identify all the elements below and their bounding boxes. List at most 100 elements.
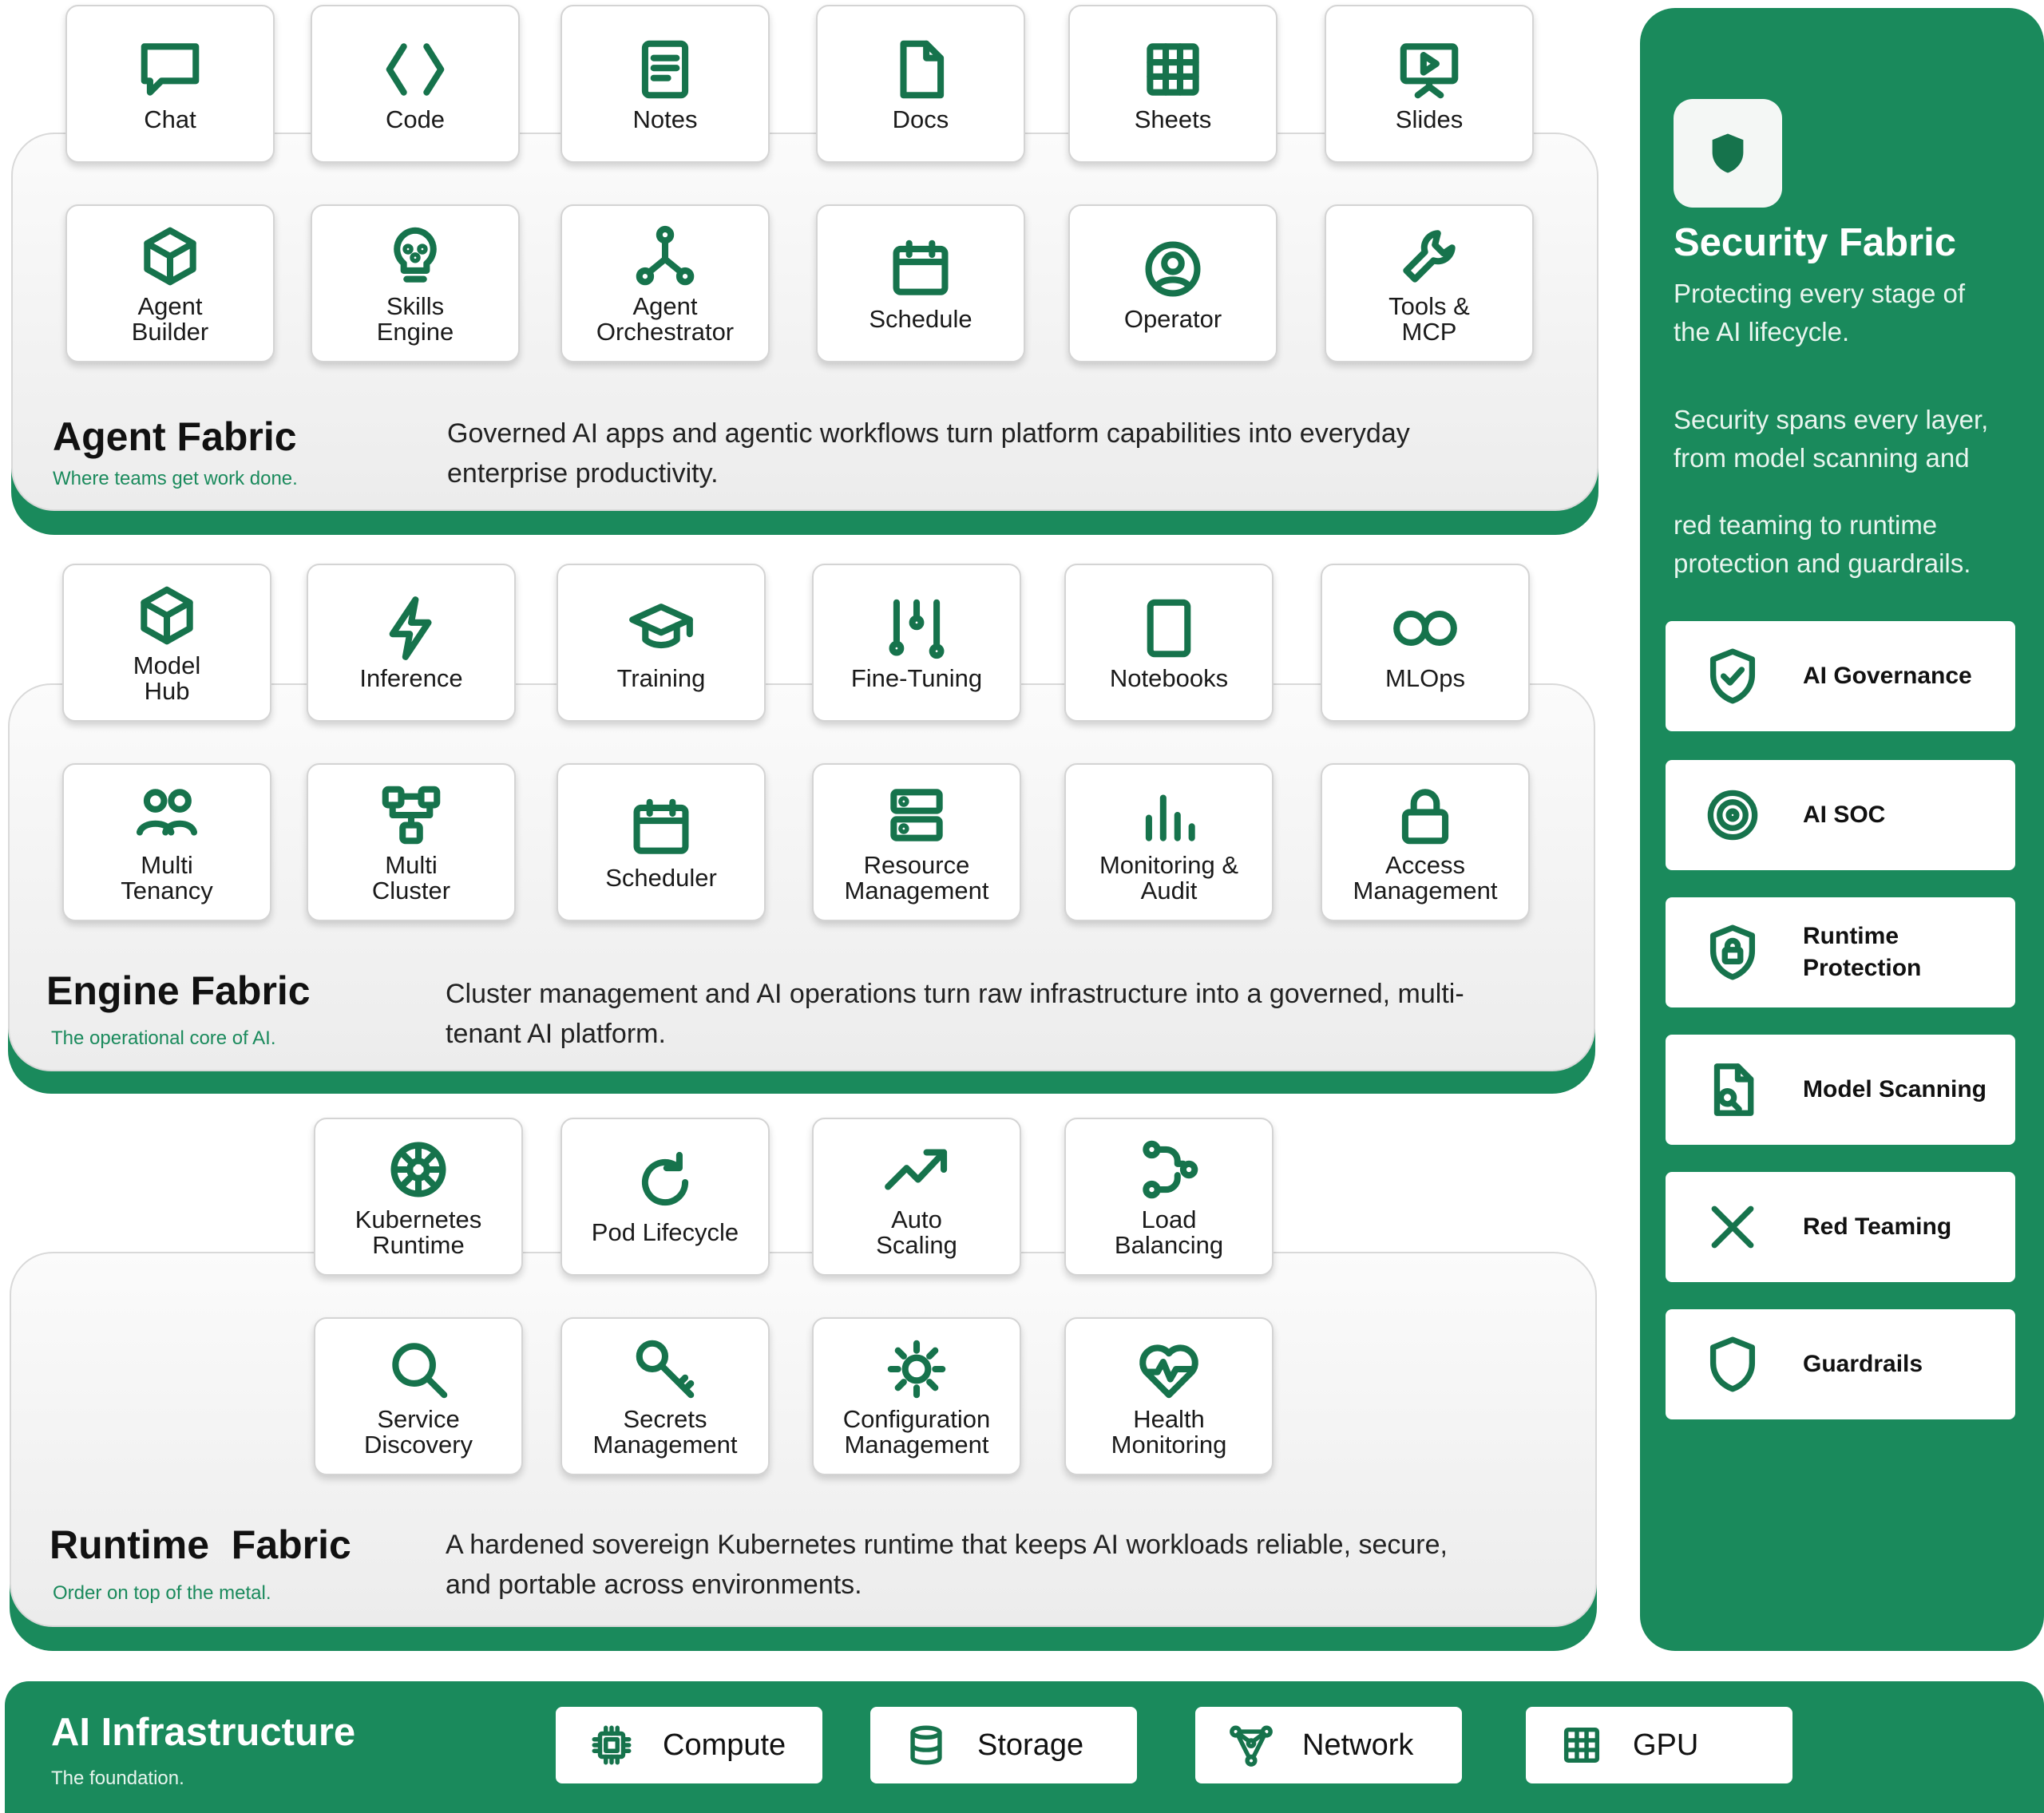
card-access-management[interactable]: Access Management: [1321, 763, 1530, 921]
user-circle-icon: [1139, 235, 1207, 303]
card-scheduler[interactable]: Scheduler: [557, 763, 766, 921]
card-code[interactable]: Code: [311, 5, 520, 163]
card-label: Code: [385, 105, 446, 133]
security-item-ai-governance[interactable]: AI Governance: [1666, 621, 2015, 731]
card-label: Monitoring & Audit: [1099, 851, 1239, 905]
card-load-balancing[interactable]: Load Balancing: [1064, 1118, 1274, 1276]
card-mlops[interactable]: MLOps: [1321, 564, 1530, 722]
card-label: MLOps: [1385, 664, 1465, 692]
card-label: Inference: [359, 664, 463, 692]
infra-item-gpu[interactable]: GPU: [1526, 1707, 1792, 1783]
card-inference[interactable]: Inference: [307, 564, 516, 722]
sliders-icon: [882, 594, 951, 663]
gpu-grid-icon: [1558, 1721, 1606, 1769]
security-logo: [1674, 99, 1782, 208]
card-notebooks[interactable]: Notebooks: [1064, 564, 1274, 722]
card-agent-orchestrator[interactable]: Agent Orchestrator: [561, 204, 770, 362]
card-monitoring-audit[interactable]: Monitoring & Audit: [1064, 763, 1274, 921]
refresh-icon: [631, 1148, 699, 1217]
network-nodes-icon: [1227, 1721, 1275, 1769]
card-label: Docs: [892, 105, 949, 133]
security-item-guardrails[interactable]: Guardrails: [1666, 1309, 2015, 1419]
card-label: Kubernetes Runtime: [355, 1205, 482, 1259]
security-description-line2: red teaming to runtime protection and gu…: [1674, 510, 1971, 578]
card-fine-tuning[interactable]: Fine-Tuning: [812, 564, 1021, 722]
cross-icon: [1701, 1195, 1765, 1259]
chip-icon: [588, 1721, 636, 1769]
card-sheets[interactable]: Sheets: [1068, 5, 1278, 163]
card-health-monitoring[interactable]: Health Monitoring: [1064, 1317, 1274, 1475]
security-fabric-description: Security spans every layer, from model s…: [1674, 401, 2025, 583]
infra-item-label: Storage: [977, 1728, 1084, 1762]
card-chat[interactable]: Chat: [65, 5, 275, 163]
card-label: Tools & MCP: [1388, 292, 1470, 346]
security-item-ai-soc[interactable]: AI SOC: [1666, 760, 2015, 870]
heart-pulse-icon: [1135, 1335, 1203, 1403]
security-fabric-subtitle: Protecting every stage of the AI lifecyc…: [1674, 279, 1966, 346]
card-training[interactable]: Training: [557, 564, 766, 722]
file-search-icon: [1701, 1058, 1765, 1122]
card-service-discovery[interactable]: Service Discovery: [314, 1317, 523, 1475]
bar-chart-icon: [1135, 781, 1203, 849]
card-model-hub[interactable]: Model Hub: [62, 564, 271, 722]
card-tools-mcp[interactable]: Tools & MCP: [1325, 204, 1534, 362]
card-label: Schedule: [869, 305, 972, 333]
agent-fabric-subtitle: Where teams get work done.: [53, 468, 298, 489]
card-multi-tenancy[interactable]: Multi Tenancy: [62, 763, 271, 921]
card-multi-cluster[interactable]: Multi Cluster: [307, 763, 516, 921]
security-item-label: AI SOC: [1803, 802, 1886, 828]
card-label: Service Discovery: [363, 1405, 473, 1459]
card-skills-engine[interactable]: Skills Engine: [311, 204, 520, 362]
card-label: Load Balancing: [1114, 1205, 1224, 1259]
security-item-label: Red Teaming: [1803, 1213, 1952, 1240]
cube-icon: [136, 222, 204, 291]
card-agent-builder[interactable]: Agent Builder: [65, 204, 275, 362]
security-item-model-scanning[interactable]: Model Scanning: [1666, 1035, 2015, 1145]
infinity-icon: [1391, 594, 1460, 663]
card-docs[interactable]: Docs: [816, 5, 1025, 163]
card-auto-scaling[interactable]: Auto Scaling: [812, 1118, 1021, 1276]
security-item-red-teaming[interactable]: Red Teaming: [1666, 1172, 2015, 1282]
engine-fabric-title: Engine Fabric: [46, 968, 311, 1013]
card-label: Slides: [1395, 105, 1464, 133]
chat-icon: [136, 35, 204, 104]
security-description-line1: Security spans every layer, from model s…: [1674, 405, 1989, 473]
card-resource-management[interactable]: Resource Management: [812, 763, 1021, 921]
card-label: Agent Builder: [131, 292, 209, 346]
calendar-icon: [886, 235, 955, 303]
card-label: Model Hub: [133, 651, 201, 705]
infra-item-label: Network: [1302, 1728, 1414, 1762]
shield-icon: [1701, 1332, 1765, 1396]
card-kubernetes-runtime[interactable]: Kubernetes Runtime: [314, 1118, 523, 1276]
card-label: Notes: [632, 105, 698, 133]
cluster-icon: [377, 781, 446, 849]
card-operator[interactable]: Operator: [1068, 204, 1278, 362]
card-notes[interactable]: Notes: [561, 5, 770, 163]
security-item-label: Guardrails: [1803, 1351, 1923, 1377]
card-label: Multi Tenancy: [121, 851, 213, 905]
runtime-fabric-subtitle: Order on top of the metal.: [53, 1582, 271, 1604]
calendar-icon: [627, 794, 695, 862]
card-secrets-management[interactable]: Secrets Management: [561, 1317, 770, 1475]
sun-gear-icon: [882, 1335, 951, 1403]
infra-item-compute[interactable]: Compute: [556, 1707, 822, 1783]
card-schedule[interactable]: Schedule: [816, 204, 1025, 362]
infra-item-label: Compute: [663, 1728, 786, 1762]
target-icon: [1701, 783, 1765, 847]
card-label: Scheduler: [605, 864, 717, 892]
infra-item-storage[interactable]: Storage: [870, 1707, 1137, 1783]
card-label: Pod Lifecycle: [591, 1218, 739, 1246]
security-item-runtime-protection[interactable]: Runtime Protection: [1666, 897, 2015, 1007]
card-label: Auto Scaling: [876, 1205, 957, 1259]
card-label: Operator: [1123, 305, 1222, 333]
card-pod-lifecycle[interactable]: Pod Lifecycle: [561, 1118, 770, 1276]
agent-fabric-description: Governed AI apps and agentic workflows t…: [447, 418, 1410, 489]
ai-infrastructure-title: AI Infrastructure: [51, 1711, 356, 1754]
card-label: Sheets: [1134, 105, 1212, 133]
lightning-icon: [377, 594, 446, 663]
card-configuration-management[interactable]: Configuration Management: [812, 1317, 1021, 1475]
security-item-label: Runtime Protection: [1803, 923, 1922, 981]
infra-item-network[interactable]: Network: [1195, 1707, 1462, 1783]
lock-icon: [1391, 781, 1460, 849]
card-slides[interactable]: Slides: [1325, 5, 1534, 163]
